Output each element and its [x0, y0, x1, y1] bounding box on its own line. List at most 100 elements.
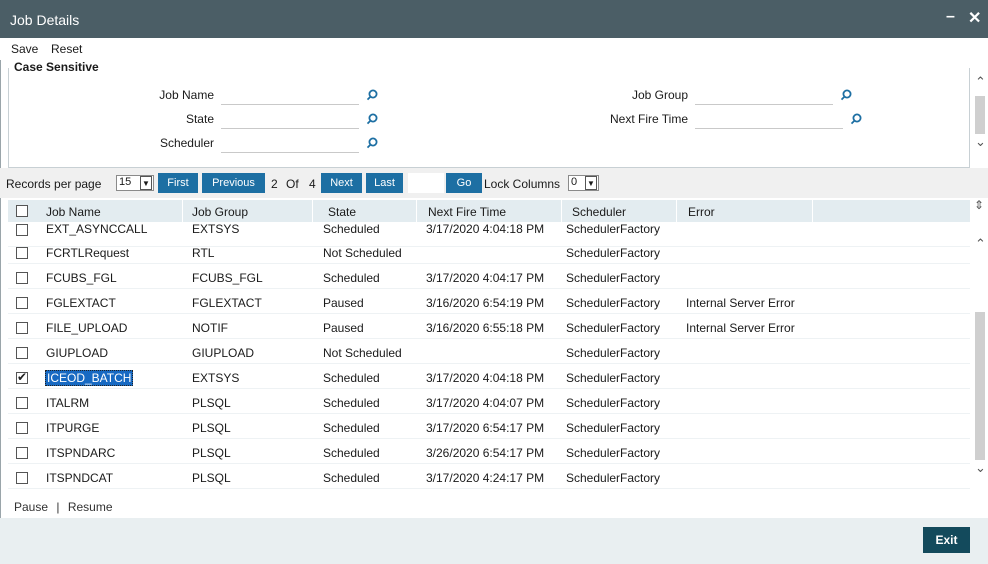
state-label: State	[130, 112, 214, 126]
exit-button[interactable]: Exit	[923, 527, 970, 553]
state-input[interactable]	[221, 109, 359, 129]
table-row-selected[interactable]: ICEOD_BATCH EXTSYS Scheduled 3/17/2020 4…	[8, 364, 970, 389]
row-checkbox[interactable]	[16, 397, 28, 409]
next-page-button[interactable]: Next	[321, 173, 362, 193]
scheduler-cell: SchedulerFactory	[566, 446, 660, 460]
row-checkbox[interactable]	[16, 322, 28, 334]
lock-columns-label: Lock Columns	[484, 177, 560, 191]
state-cell: Not Scheduled	[323, 246, 402, 260]
job-name-cell: ITSPNDARC	[46, 446, 115, 460]
criteria-scrollbar[interactable]: ⌃ ⌄	[972, 70, 988, 166]
resume-link[interactable]: Resume	[68, 500, 113, 514]
pause-link[interactable]: Pause	[14, 500, 48, 514]
job-name-cell: ICEOD_BATCH	[45, 370, 133, 386]
job-name-cell: FILE_UPLOAD	[46, 321, 127, 335]
first-page-button[interactable]: First	[158, 173, 198, 193]
job-name-cell: FGLEXTACT	[46, 296, 116, 310]
scrollbar-thumb[interactable]	[975, 312, 985, 460]
state-cell: Not Scheduled	[323, 346, 402, 360]
scheduler-cell: SchedulerFactory	[566, 321, 660, 335]
column-header-scheduler[interactable]: Scheduler	[572, 205, 626, 219]
job-group-input[interactable]	[695, 85, 833, 105]
job-name-cell: ITPURGE	[46, 421, 99, 435]
job-name-input[interactable]	[221, 85, 359, 105]
scrollbar-thumb[interactable]	[975, 96, 985, 134]
next-fire-time-search-icon[interactable]	[850, 113, 862, 125]
table-row[interactable]: ITSPNDARC PLSQL Scheduled 3/26/2020 6:54…	[8, 439, 970, 464]
records-per-page-label: Records per page	[6, 177, 101, 191]
next-fire-time-cell: 3/16/2020 6:54:19 PM	[426, 296, 544, 310]
next-fire-time-cell: 3/17/2020 4:24:17 PM	[426, 471, 544, 485]
state-cell: Paused	[323, 296, 364, 310]
job-group-cell: EXTSYS	[192, 371, 239, 385]
records-per-page-select[interactable]: 15 ▼	[116, 175, 154, 191]
scheduler-input[interactable]	[221, 133, 359, 153]
scroll-up-icon[interactable]: ⌃	[975, 236, 986, 252]
goto-page-input[interactable]	[408, 173, 444, 193]
previous-page-button[interactable]: Previous	[202, 173, 265, 193]
scheduler-label: Scheduler	[130, 136, 214, 150]
table-row[interactable]: FCRTLRequest RTL Not Scheduled Scheduler…	[8, 239, 970, 264]
next-fire-time-input[interactable]	[695, 109, 843, 129]
job-name-search-icon[interactable]	[366, 89, 378, 101]
left-border	[0, 60, 1, 564]
job-name-label: Job Name	[130, 88, 214, 102]
last-page-button[interactable]: Last	[366, 173, 403, 193]
go-button[interactable]: Go	[446, 173, 482, 193]
save-menu-item[interactable]: Save	[11, 42, 38, 56]
reset-menu-item[interactable]: Reset	[51, 42, 82, 56]
scroll-down-icon[interactable]: ⌄	[975, 460, 986, 476]
job-group-cell: NOTIF	[192, 321, 228, 335]
state-search-icon[interactable]	[366, 113, 378, 125]
scheduler-cell: SchedulerFactory	[566, 371, 660, 385]
row-checkbox[interactable]	[16, 272, 28, 284]
column-header-state[interactable]: State	[328, 205, 356, 219]
scheduler-cell: SchedulerFactory	[566, 346, 660, 360]
next-fire-time-cell: 3/17/2020 4:04:18 PM	[426, 371, 544, 385]
table-row[interactable]: ITSPNDCAT PLSQL Scheduled 3/17/2020 4:24…	[8, 464, 970, 489]
row-checkbox[interactable]	[16, 372, 28, 384]
job-name-cell: FCUBS_FGL	[46, 271, 117, 285]
table-row[interactable]: FCUBS_FGL FCUBS_FGL Scheduled 3/17/2020 …	[8, 264, 970, 289]
scheduler-cell: SchedulerFactory	[566, 246, 660, 260]
error-cell: Internal Server Error	[686, 321, 795, 335]
table-row[interactable]: ITPURGE PLSQL Scheduled 3/17/2020 6:54:1…	[8, 414, 970, 439]
table-row[interactable]: GIUPLOAD GIUPLOAD Not Scheduled Schedule…	[8, 339, 970, 364]
minimize-icon[interactable]: –	[946, 8, 955, 26]
records-per-page-value: 15	[119, 176, 131, 188]
scheduler-search-icon[interactable]	[366, 137, 378, 149]
column-menu-icon[interactable]: ⇕	[974, 198, 984, 212]
job-group-cell: PLSQL	[192, 396, 231, 410]
column-separator	[561, 200, 562, 222]
table-row[interactable]: FGLEXTACT FGLEXTACT Paused 3/16/2020 6:5…	[8, 289, 970, 314]
menu-bar: Save Reset	[0, 38, 988, 60]
chevron-down-icon: ▼	[585, 176, 597, 190]
column-header-job-group[interactable]: Job Group	[192, 205, 248, 219]
scheduler-cell: SchedulerFactory	[566, 471, 660, 485]
row-checkbox[interactable]	[16, 472, 28, 484]
column-header-job-name[interactable]: Job Name	[46, 205, 101, 219]
select-all-checkbox[interactable]	[16, 205, 28, 217]
table-row[interactable]: ITALRM PLSQL Scheduled 3/17/2020 4:04:07…	[8, 389, 970, 414]
table-row[interactable]: FILE_UPLOAD NOTIF Paused 3/16/2020 6:55:…	[8, 314, 970, 339]
job-name-cell: ITSPNDCAT	[46, 471, 113, 485]
job-group-cell: RTL	[192, 246, 214, 260]
title-bar: Job Details – ✕	[0, 0, 988, 38]
close-icon[interactable]: ✕	[968, 8, 981, 28]
grid-scrollbar[interactable]: ⇕ ⌃ ⌄	[972, 200, 988, 492]
row-checkbox[interactable]	[16, 422, 28, 434]
row-checkbox[interactable]	[16, 347, 28, 359]
column-header-error[interactable]: Error	[688, 205, 715, 219]
row-checkbox[interactable]	[16, 447, 28, 459]
scroll-up-icon[interactable]: ⌃	[975, 74, 986, 90]
scheduler-cell: SchedulerFactory	[566, 296, 660, 310]
lock-columns-select[interactable]: 0 ▼	[568, 175, 599, 191]
scroll-down-icon[interactable]: ⌄	[975, 134, 986, 150]
row-checkbox[interactable]	[16, 224, 28, 236]
column-header-next-fire-time[interactable]: Next Fire Time	[428, 205, 506, 219]
row-checkbox[interactable]	[16, 297, 28, 309]
job-group-search-icon[interactable]	[840, 89, 852, 101]
column-separator	[812, 200, 813, 222]
row-checkbox[interactable]	[16, 247, 28, 259]
of-label: Of	[286, 177, 299, 191]
